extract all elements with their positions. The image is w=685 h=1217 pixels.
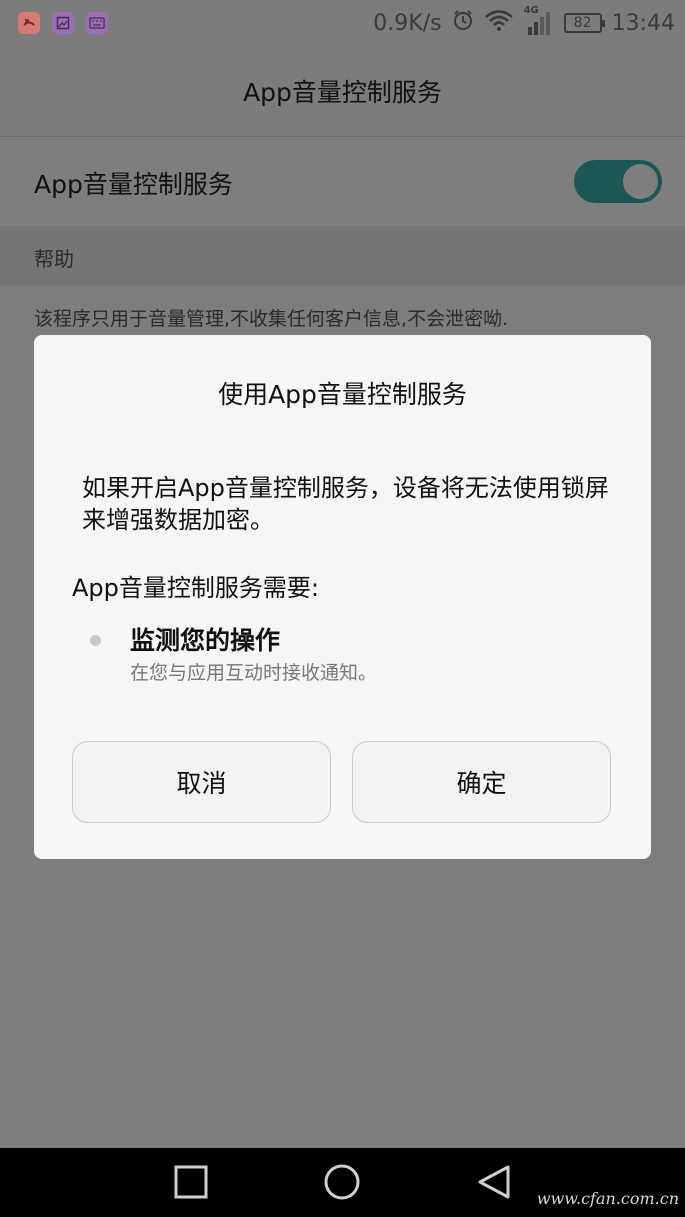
back-icon[interactable]: [476, 1164, 512, 1200]
help-header-label: 帮助: [34, 247, 74, 271]
system-status: 0.9K/s 4G 82 13:44: [373, 5, 675, 38]
recents-icon[interactable]: [173, 1164, 209, 1200]
service-setting-label: App音量控制服务: [34, 170, 233, 199]
help-text: 该程序只用于音量管理,不收集任何客户信息,不会泄密呦.: [34, 308, 509, 330]
help-section-header: 帮助: [0, 226, 685, 286]
gallery-icon: [52, 12, 74, 34]
dialog-title: 使用App音量控制服务: [218, 380, 467, 409]
home-icon[interactable]: [324, 1164, 360, 1200]
service-toggle[interactable]: [574, 160, 662, 203]
bullet-icon: [90, 635, 101, 646]
notification-icons: [18, 12, 108, 34]
permission-description: 在您与应用互动时接收通知。: [130, 662, 378, 684]
net-speed: 0.9K/s: [373, 10, 442, 36]
dialog-message: 如果开启App音量控制服务，设备将无法使用锁屏来增强数据加密。: [82, 474, 609, 534]
toggle-knob: [623, 164, 658, 199]
page-title-bar: App音量控制服务: [0, 46, 685, 137]
dialog-needs-label: App音量控制服务需要:: [72, 574, 319, 602]
battery-icon: 82: [563, 13, 605, 33]
clock: 13:44: [611, 10, 675, 36]
signal-icon: 4G: [524, 5, 554, 37]
missed-call-icon: [18, 12, 40, 34]
confirm-button[interactable]: 确定: [352, 741, 611, 823]
wifi-icon: [484, 9, 514, 37]
permission-title: 监测您的操作: [130, 626, 281, 655]
alarm-icon: [452, 9, 474, 37]
permission-dialog: 使用App音量控制服务 如果开启App音量控制服务，设备将无法使用锁屏来增强数据…: [34, 335, 651, 859]
cancel-button[interactable]: 取消: [72, 741, 331, 823]
watermark: www.cfan.com.cn: [536, 1189, 679, 1208]
status-bar: 0.9K/s 4G 82 13:44: [0, 0, 685, 46]
navigation-bar: www.cfan.com.cn: [0, 1148, 685, 1217]
battery-level: 82: [573, 15, 592, 31]
page-title: App音量控制服务: [243, 78, 442, 107]
keyboard-icon: [86, 12, 108, 34]
